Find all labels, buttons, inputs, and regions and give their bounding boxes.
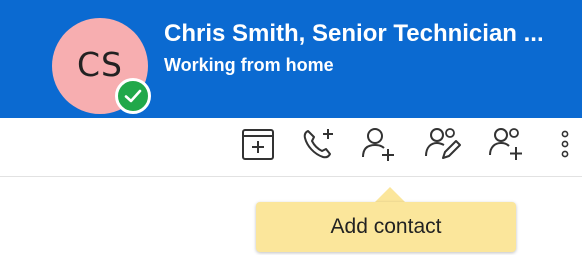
presence-available-icon (115, 78, 151, 114)
calendar-add-icon (242, 129, 274, 160)
add-person-icon (362, 128, 394, 161)
add-contact-tooltip: Add contact (256, 202, 516, 252)
add-to-group-button[interactable] (484, 122, 528, 166)
more-options-icon (561, 130, 569, 158)
contact-header: CS Chris Smith, Senior Technician ... Wo… (0, 0, 582, 118)
edit-contact-button[interactable] (421, 122, 465, 166)
avatar-initials: CS (77, 44, 123, 84)
add-call-button[interactable] (296, 122, 340, 166)
contact-actions-toolbar (0, 118, 582, 178)
add-contact-button[interactable] (356, 122, 400, 166)
more-options-button[interactable] (548, 122, 582, 166)
add-to-group-icon (489, 128, 522, 160)
tooltip-text: Add contact (330, 215, 442, 238)
schedule-meeting-button[interactable] (236, 122, 280, 166)
contact-name: Chris Smith, Senior Technician ... (164, 20, 544, 47)
tooltip-arrow (374, 187, 406, 203)
toolbar-divider (0, 176, 582, 177)
phone-add-icon (303, 129, 333, 159)
edit-contact-icon (425, 128, 461, 159)
contact-status: Working from home (164, 55, 334, 75)
